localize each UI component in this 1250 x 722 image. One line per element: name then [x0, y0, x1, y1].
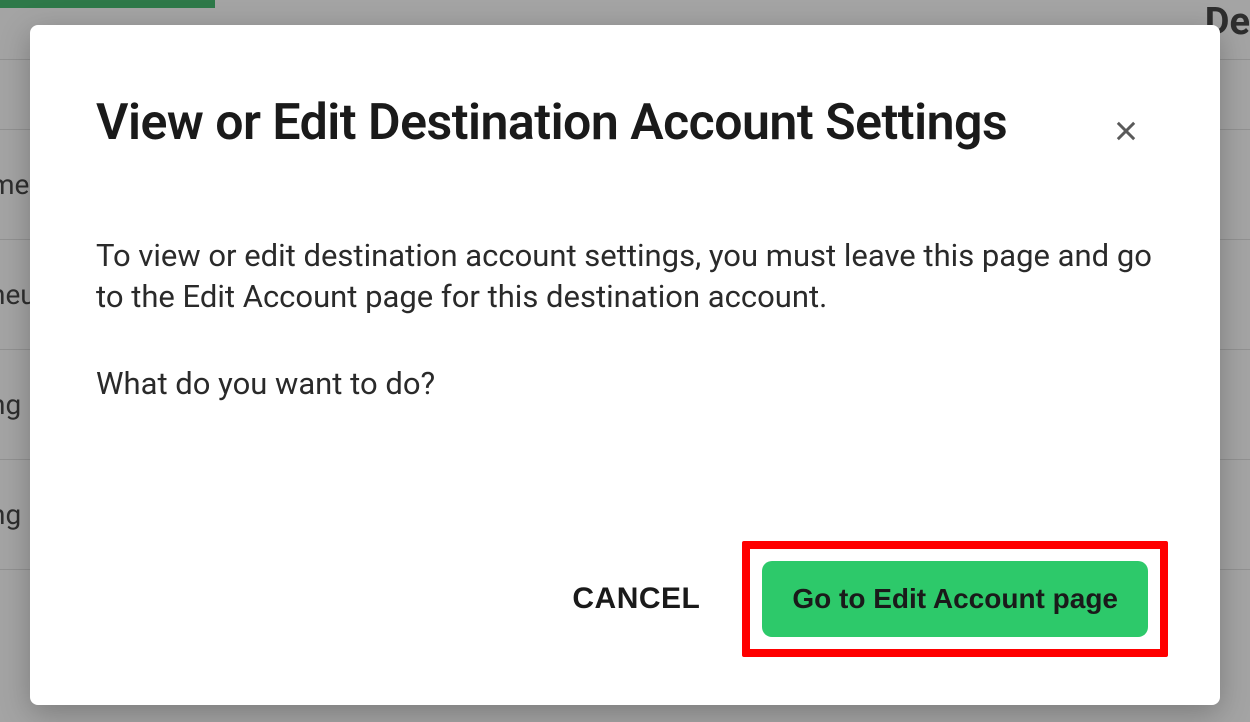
modal-title: View or Edit Destination Account Setting…	[96, 95, 1154, 153]
modal-body-paragraph: To view or edit destination account sett…	[96, 235, 1154, 319]
go-to-edit-account-button[interactable]: Go to Edit Account page	[762, 561, 1148, 637]
close-button[interactable]	[1110, 115, 1142, 147]
annotation-highlight: Go to Edit Account page	[742, 541, 1168, 657]
modal-body-question: What do you want to do?	[96, 363, 1154, 405]
modal-body: To view or edit destination account sett…	[96, 235, 1154, 406]
modal-actions: CANCEL Go to Edit Account page	[564, 541, 1168, 657]
cancel-button[interactable]: CANCEL	[564, 562, 708, 636]
close-icon	[1112, 117, 1140, 145]
modal-dialog: View or Edit Destination Account Setting…	[30, 25, 1220, 705]
